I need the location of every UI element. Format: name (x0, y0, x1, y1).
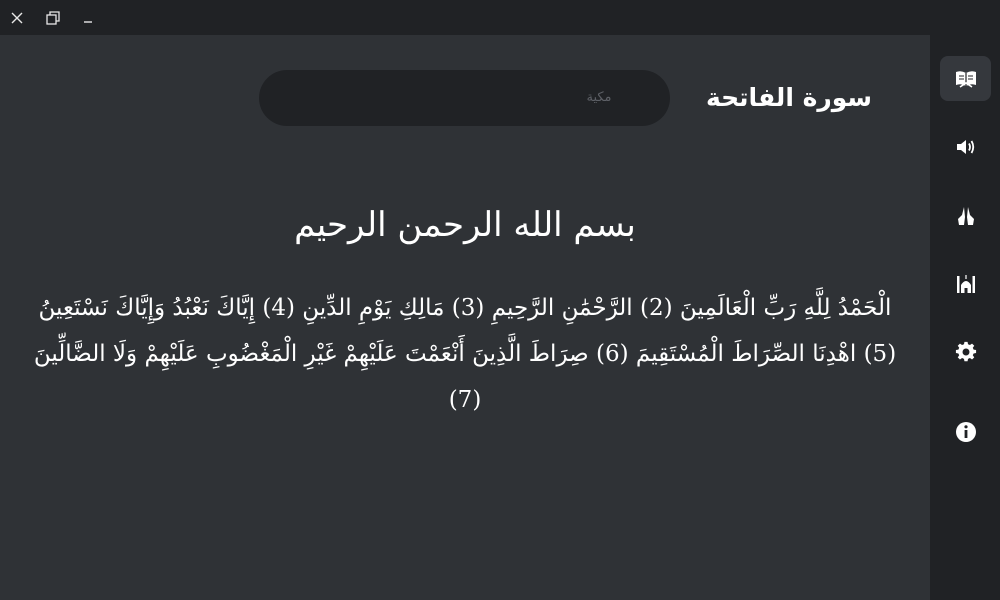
sidebar-item-settings[interactable] (940, 329, 991, 374)
verse[interactable]: اهْدِنَا الصِّرَاطَ الْمُسْتَقِيمَ (6) (596, 341, 856, 367)
surah-name: سورة الفاتحة (705, 83, 872, 112)
gear-icon (955, 341, 976, 361)
verse[interactable]: صِرَاطَ الَّذِينَ أَنْعَمْتَ عَلَيْهِمْ … (34, 341, 589, 413)
quran-book-icon (955, 70, 976, 88)
verse[interactable]: الرَّحْمَٰنِ الرَّحِيمِ (3) (452, 295, 633, 321)
sidebar-item-audio[interactable] (940, 124, 991, 169)
minimize-icon (84, 20, 92, 23)
surah-header: سورة الفاتحة مكية (259, 70, 872, 126)
verse[interactable]: الْحَمْدُ لِلَّهِ رَبِّ الْعَالَمِينَ (2… (640, 295, 891, 321)
sidebar (930, 35, 1000, 600)
speaker-icon (956, 139, 974, 154)
restore-icon (46, 10, 60, 25)
basmala: بسم الله الرحمن الرحيم (294, 205, 636, 245)
praying-hands-icon (957, 206, 974, 225)
verses-text: الْحَمْدُ لِلَّهِ رَبِّ الْعَالَمِينَ (2… (28, 285, 902, 413)
sidebar-item-prayer-times[interactable] (940, 261, 991, 306)
sidebar-item-dua[interactable] (940, 193, 991, 238)
title-bar (0, 0, 1000, 35)
close-button[interactable] (0, 0, 34, 35)
info-icon (955, 421, 976, 442)
minimize-button[interactable] (71, 0, 105, 35)
verse[interactable]: مَالِكِ يَوْمِ الدِّينِ (4) (262, 295, 444, 321)
main-content: سورة الفاتحة مكية بسم الله الرحمن الرحيم… (0, 35, 930, 600)
sidebar-item-about[interactable] (940, 409, 991, 454)
close-icon (11, 12, 23, 23)
restore-button[interactable] (36, 0, 70, 35)
mosque-icon (956, 274, 975, 293)
sidebar-item-quran[interactable] (940, 56, 991, 101)
revelation-type: مكية (586, 90, 612, 105)
